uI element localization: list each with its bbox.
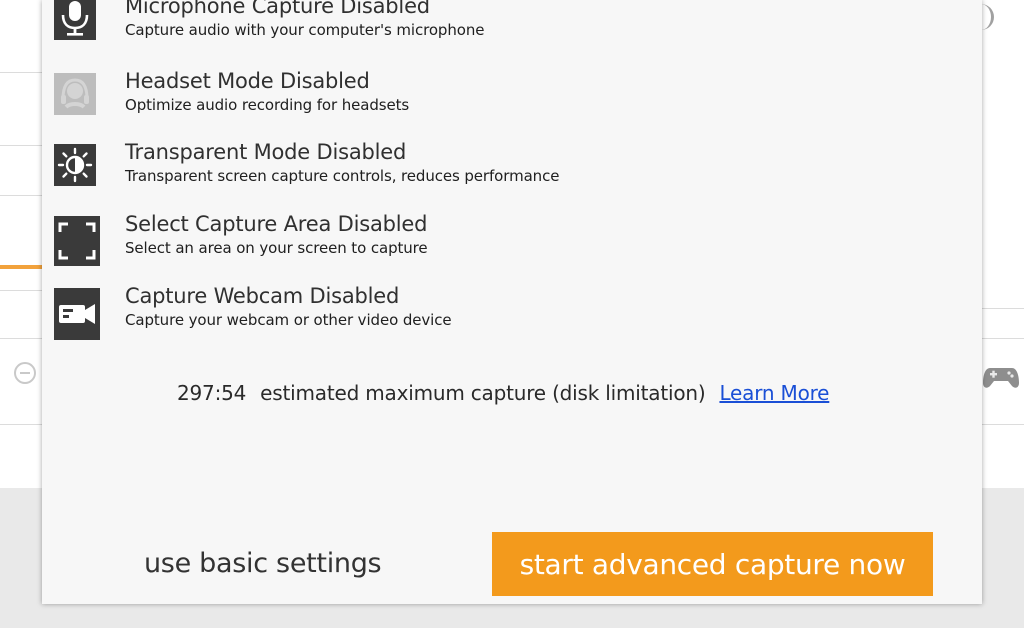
bg-divider	[0, 145, 42, 146]
start-advanced-capture-button[interactable]: start advanced capture now	[492, 532, 933, 596]
option-title: Transparent Mode Disabled	[125, 140, 407, 164]
option-title: Headset Mode Disabled	[125, 69, 370, 93]
option-select-capture-area[interactable]: Select Capture Area Disabled Select an a…	[54, 212, 654, 276]
estimate-text: estimated maximum capture (disk limitati…	[260, 381, 706, 405]
option-description: Transparent screen capture controls, red…	[125, 167, 560, 185]
option-description: Capture your webcam or other video devic…	[125, 311, 452, 329]
option-title: Select Capture Area Disabled	[125, 212, 428, 236]
microphone-icon	[54, 0, 96, 40]
bg-divider	[0, 195, 42, 196]
option-title: Microphone Capture Disabled	[125, 0, 430, 18]
gamepad-icon	[982, 362, 1020, 392]
capture-area-icon	[54, 216, 100, 266]
headset-icon	[54, 73, 96, 115]
webcam-icon	[54, 288, 100, 340]
bg-divider	[0, 290, 42, 291]
zoom-out-icon	[14, 362, 36, 384]
option-title: Capture Webcam Disabled	[125, 284, 400, 308]
option-description: Select an area on your screen to capture	[125, 239, 428, 257]
bg-divider	[982, 308, 1024, 309]
option-description: Capture audio with your computer's micro…	[125, 21, 485, 39]
option-webcam[interactable]: Capture Webcam Disabled Capture your web…	[54, 284, 654, 348]
use-basic-settings-button[interactable]: use basic settings	[144, 548, 382, 579]
capture-estimate: 297:54 estimated maximum capture (disk li…	[177, 381, 829, 405]
bg-divider	[0, 72, 42, 73]
learn-more-link[interactable]: Learn More	[719, 381, 829, 405]
capture-settings-dialog: Microphone Capture Disabled Capture audi…	[42, 0, 982, 604]
option-headset[interactable]: Headset Mode Disabled Optimize audio rec…	[54, 69, 654, 133]
bg-progress-accent	[0, 265, 42, 269]
option-microphone[interactable]: Microphone Capture Disabled Capture audi…	[54, 0, 654, 58]
option-transparent-mode[interactable]: Transparent Mode Disabled Transparent sc…	[54, 140, 674, 204]
transparency-icon	[54, 144, 96, 186]
option-description: Optimize audio recording for headsets	[125, 96, 410, 114]
estimate-time: 297:54	[177, 381, 247, 405]
